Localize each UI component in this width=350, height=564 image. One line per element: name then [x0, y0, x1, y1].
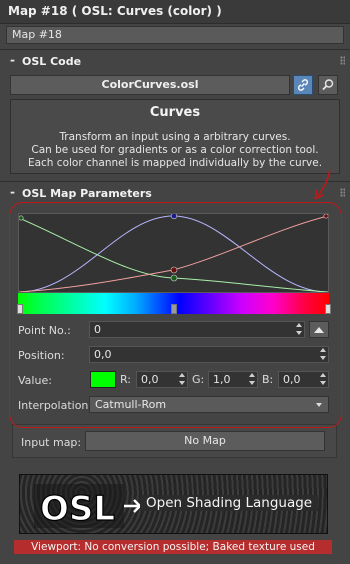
osl-file-button[interactable]: ColorCurves.osl — [10, 75, 290, 95]
gradient-marker[interactable] — [325, 304, 331, 314]
position-value: 0,0 — [94, 348, 112, 361]
no-map-button[interactable]: No Map — [85, 431, 325, 451]
collapse-toggle[interactable]: - — [10, 185, 15, 199]
window-title: Map #18 ( OSL: Curves (color) ) — [8, 4, 222, 18]
g-value: 1,0 — [213, 373, 231, 386]
r-value: 0,0 — [141, 373, 159, 386]
description-line: Transform an input using a arbitrary cur… — [59, 131, 291, 143]
link-icon[interactable] — [293, 75, 313, 95]
curve-graph[interactable] — [18, 212, 329, 293]
value-label: Value: — [18, 374, 52, 387]
map-params-rollout-header[interactable]: - OSL Map Parameters — [0, 185, 350, 203]
map-params-section-label: OSL Map Parameters — [22, 187, 152, 200]
point-no-label: Point No.: — [18, 324, 71, 337]
position-spinner[interactable]: 0,0 — [89, 346, 329, 363]
drag-grip-icon[interactable] — [340, 56, 345, 65]
spinner-arrows-icon[interactable] — [320, 348, 326, 361]
color-swatch[interactable] — [90, 371, 116, 388]
curve-point — [18, 215, 24, 221]
section-divider — [0, 49, 350, 50]
curve-point — [170, 212, 178, 220]
banner-text: Open Shading Language — [140, 495, 319, 511]
curve-point — [170, 266, 178, 274]
spinner-arrows-icon[interactable] — [320, 373, 326, 386]
interpolation-selected: Catmull-Rom — [95, 398, 167, 411]
curve-editor[interactable] — [18, 212, 329, 293]
gradient-marker[interactable] — [171, 304, 177, 314]
b-spinner[interactable]: 0,0 — [278, 371, 329, 388]
osl-code-rollout-header[interactable]: - OSL Code — [0, 53, 350, 71]
chevron-down-icon — [316, 403, 322, 407]
curve-point — [170, 274, 178, 282]
osl-logo: OSL — [34, 484, 142, 528]
curve-point — [323, 213, 329, 219]
spinner-arrows-icon[interactable] — [296, 323, 302, 336]
shader-title: Curves — [149, 105, 201, 120]
map-name-field[interactable]: Map #18 — [6, 26, 344, 44]
interpolation-dropdown[interactable]: Catmull-Rom — [89, 396, 329, 413]
osl-logo-text: OSL — [40, 489, 115, 528]
collapse-toggle[interactable]: - — [10, 53, 15, 67]
shader-description-box: Curves Transform an input using a arbitr… — [10, 99, 340, 174]
drag-grip-icon[interactable] — [340, 188, 345, 197]
r-spinner[interactable]: 0,0 — [136, 371, 188, 388]
point-no-spinner[interactable]: 0 — [89, 321, 305, 338]
annotation-arrow-icon — [314, 169, 331, 200]
b-label: B: — [262, 373, 274, 386]
triangle-up-icon[interactable] — [309, 321, 329, 338]
osl-code-section-label: OSL Code — [22, 55, 82, 68]
point-no-value: 0 — [94, 323, 101, 336]
spinner-arrows-icon[interactable] — [179, 373, 185, 386]
input-map-label: Input map: — [21, 436, 82, 449]
description-line: Each color channel is mapped individuall… — [27, 157, 323, 169]
interpolation-label: Interpolation: — [18, 399, 93, 412]
spinner-arrows-icon[interactable] — [249, 373, 255, 386]
section-divider — [0, 181, 350, 182]
osl-banner: OSL Open Shading Language — [19, 474, 328, 534]
b-value: 0,0 — [283, 373, 301, 386]
g-label: G: — [192, 373, 205, 386]
magnifier-icon[interactable] — [318, 75, 338, 95]
g-spinner[interactable]: 1,0 — [208, 371, 258, 388]
title-bar: Map #18 ( OSL: Curves (color) ) — [0, 0, 350, 24]
viewport-warning: Viewport: No conversion possible; Baked … — [14, 540, 332, 554]
description-line: Can be used for gradients or as a color … — [31, 144, 319, 156]
gradient-marker[interactable] — [17, 304, 23, 314]
r-label: R: — [120, 373, 132, 386]
position-label: Position: — [18, 349, 65, 362]
